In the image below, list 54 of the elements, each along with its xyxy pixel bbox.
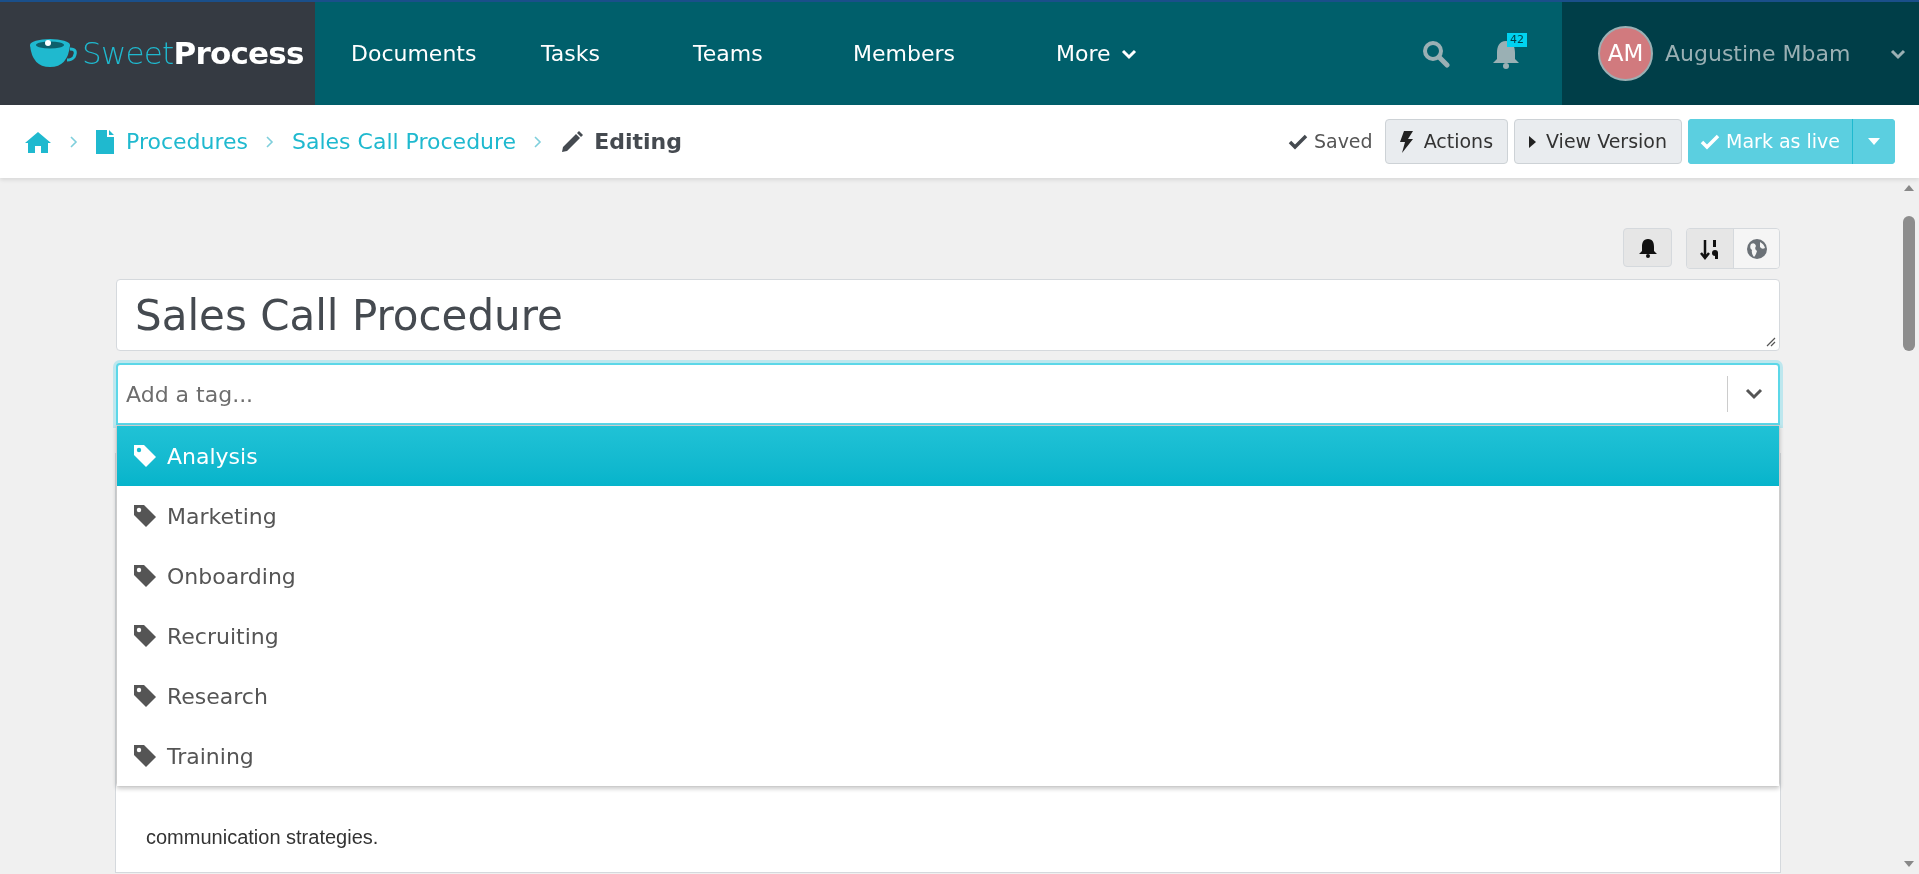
chevron-down-icon [1120, 47, 1137, 60]
tag-option[interactable]: Onboarding [117, 546, 1779, 606]
description-text: communication strategies. [146, 825, 380, 850]
brand-logo[interactable]: SweetProcess [0, 2, 315, 105]
tag-option[interactable]: Research [117, 666, 1779, 726]
play-icon [1529, 135, 1537, 148]
search-icon[interactable] [1422, 39, 1450, 68]
nav-link[interactable]: Members [817, 2, 1020, 105]
tag-icon [133, 744, 157, 768]
nav-menu[interactable]: More [1020, 2, 1160, 105]
scroll-down-icon[interactable] [1903, 860, 1915, 868]
tag-icon [133, 564, 157, 588]
tag-option[interactable]: Training [117, 726, 1779, 786]
nav-link[interactable]: Tasks [505, 2, 657, 105]
tag-icon [133, 684, 157, 708]
check-icon [1287, 133, 1308, 150]
sort-numeric-icon [1700, 237, 1720, 260]
view-version-button[interactable]: View Version [1514, 119, 1683, 164]
nav-link[interactable]: Documents [315, 2, 505, 105]
bell-icon [1638, 237, 1657, 258]
chevron-down-icon[interactable] [1745, 388, 1763, 400]
home-icon[interactable] [24, 129, 52, 154]
lightning-icon [1399, 130, 1414, 153]
chevron-right-icon [534, 135, 543, 148]
tag-option[interactable]: Recruiting [117, 606, 1779, 666]
saved-status: Saved [1313, 129, 1373, 155]
check-icon [1700, 133, 1721, 150]
tag-option[interactable]: Marketing [117, 486, 1779, 546]
sort-button[interactable] [1687, 229, 1733, 268]
caret-icon [1868, 138, 1880, 145]
document-icon [96, 129, 114, 154]
chevron-down-icon [1890, 47, 1907, 60]
globe-button[interactable] [1733, 229, 1779, 268]
tag-icon [133, 624, 157, 648]
notification-count: 42 [1507, 32, 1527, 47]
globe-icon [1745, 237, 1768, 260]
tag-icon [133, 504, 157, 528]
breadcrumb-current: Editing [594, 128, 682, 156]
actions-button[interactable]: Actions [1384, 119, 1509, 164]
pencil-icon [560, 129, 585, 154]
tag-icon [133, 444, 157, 468]
dropdown-toggle-button[interactable] [1852, 119, 1895, 164]
title-field[interactable]: Sales Call Procedure [116, 279, 1780, 351]
resize-handle-icon[interactable] [1766, 337, 1776, 347]
user-name: Augustine Mbam [1665, 40, 1851, 68]
tag-field[interactable]: Add a tag... [116, 363, 1780, 425]
bell-button[interactable] [1623, 228, 1672, 267]
user-menu[interactable]: AM Augustine Mbam [1562, 2, 1919, 105]
chevron-right-icon [266, 135, 274, 148]
user-avatar: AM [1598, 26, 1653, 81]
nav-link[interactable]: Teams [657, 2, 817, 105]
chevron-right-icon [70, 135, 78, 148]
scrollbar-thumb[interactable] [1903, 216, 1915, 351]
scroll-up-icon[interactable] [1903, 184, 1915, 192]
